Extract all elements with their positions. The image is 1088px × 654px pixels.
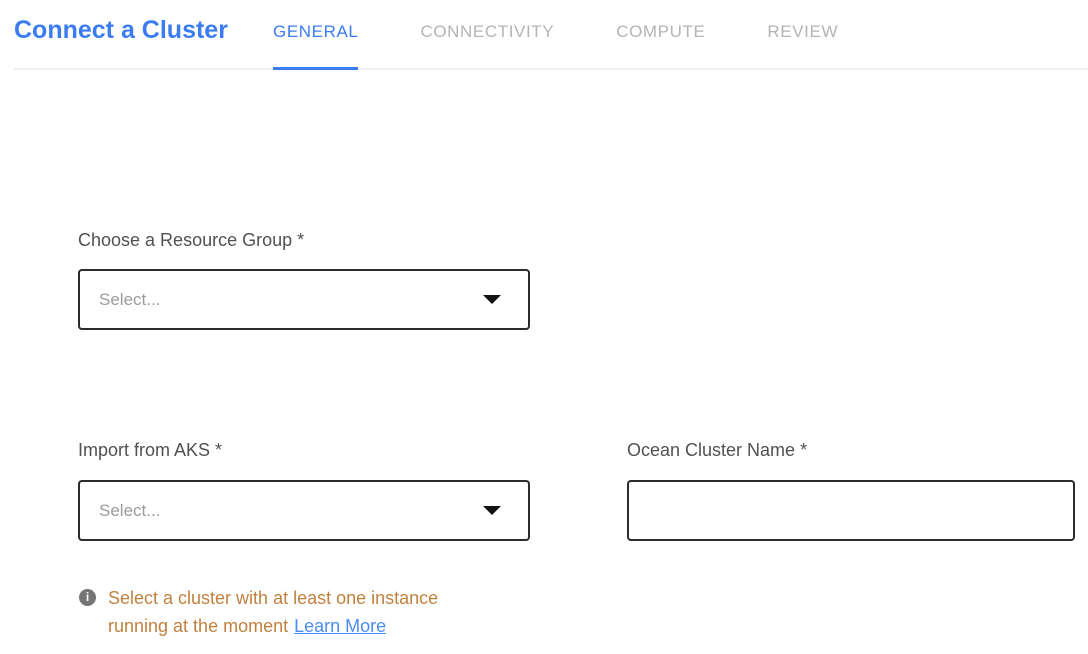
tab-review[interactable]: REVIEW [767,22,838,42]
tab-compute[interactable]: COMPUTE [616,22,705,42]
tab-general[interactable]: GENERAL [273,22,358,42]
ocean-cluster-name-input[interactable] [627,480,1075,541]
ocean-cluster-name-label: Ocean Cluster Name * [627,440,807,461]
chevron-down-icon [483,295,501,304]
wizard-tabs: GENERAL CONNECTIVITY COMPUTE REVIEW [273,22,900,42]
info-message-line2: running at the moment [108,616,288,636]
learn-more-link[interactable]: Learn More [294,616,386,636]
connect-cluster-wizard: Connect a Cluster GENERAL CONNECTIVITY C… [0,0,1088,654]
info-message-line1: Select a cluster with at least one insta… [108,584,438,612]
page-title: Connect a Cluster [14,16,228,45]
import-aks-select[interactable]: Select... [78,480,530,541]
import-aks-select-value: Select... [99,501,160,521]
tab-connectivity[interactable]: CONNECTIVITY [420,22,554,42]
header-divider [14,68,1088,70]
resource-group-label: Choose a Resource Group * [78,230,304,251]
info-icon: i [79,589,96,606]
info-message: Select a cluster with at least one insta… [108,584,438,640]
chevron-down-icon [483,506,501,515]
resource-group-select[interactable]: Select... [78,269,530,330]
info-note: i Select a cluster with at least one ins… [79,584,438,640]
import-aks-label: Import from AKS * [78,440,222,461]
active-tab-indicator [273,67,358,70]
resource-group-select-value: Select... [99,290,160,310]
